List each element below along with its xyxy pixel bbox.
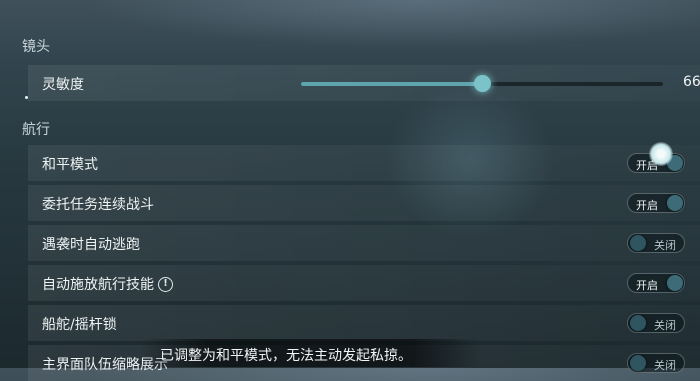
setting-row-helm-lock: 船舵/摇杆锁 关闭 xyxy=(28,305,700,341)
sensitivity-label: 灵敏度 xyxy=(42,77,84,93)
setting-row-auto-escape: 遇袭时自动逃跑 关闭 xyxy=(28,225,700,261)
auto-escape-toggle-knob xyxy=(630,235,646,251)
auto-skill-label: 自动施放航行技能 xyxy=(42,277,154,293)
setting-row-sensitivity: 灵敏度 66 xyxy=(28,65,700,101)
auto-escape-toggle-text: 关闭 xyxy=(654,239,676,252)
auto-skill-toggle-knob xyxy=(667,275,683,291)
auto-skill-toggle-text: 开启 xyxy=(636,279,658,292)
helm-lock-toggle-knob xyxy=(630,315,646,331)
setting-row-peace-mode: 和平模式 开启 xyxy=(28,142,700,181)
team-thumbnail-toggle-text: 关闭 xyxy=(654,359,676,372)
info-circle-icon[interactable]: ! xyxy=(158,276,173,292)
commission-battle-toggle-text: 开启 xyxy=(636,199,658,212)
toast-message: 已调整为和平模式，无法主动发起私掠。 xyxy=(160,348,412,364)
peace-mode-label: 和平模式 xyxy=(42,157,98,173)
auto-escape-label: 遇袭时自动逃跑 xyxy=(42,237,140,253)
commission-battle-toggle[interactable]: 开启 xyxy=(627,193,685,213)
sensitivity-slider-thumb[interactable] xyxy=(474,75,491,92)
sensitivity-slider[interactable] xyxy=(301,75,663,92)
commission-battle-label: 委托任务连续战斗 xyxy=(42,197,154,213)
sensitivity-value: 66 xyxy=(683,74,700,90)
sensitivity-slider-fill xyxy=(301,82,482,86)
toast-notification: 已调整为和平模式，无法主动发起私掠。 xyxy=(140,339,480,367)
touch-highlight xyxy=(649,142,673,166)
helm-lock-label: 船舵/摇杆锁 xyxy=(42,317,117,333)
section-title-voyage: 航行 xyxy=(22,122,50,138)
auto-skill-label-wrap: 自动施放航行技能 ! xyxy=(42,274,173,294)
auto-skill-toggle[interactable]: 开启 xyxy=(627,273,685,293)
team-thumbnail-toggle-knob xyxy=(630,355,646,371)
helm-lock-toggle-text: 关闭 xyxy=(654,319,676,332)
auto-escape-toggle[interactable]: 关闭 xyxy=(627,233,685,253)
commission-battle-toggle-knob xyxy=(667,195,683,211)
setting-row-auto-skill: 自动施放航行技能 ! 开启 xyxy=(28,265,700,301)
setting-row-commission-battle: 委托任务连续战斗 开启 xyxy=(28,185,700,221)
section-title-camera: 镜头 xyxy=(22,39,50,55)
team-thumbnail-toggle[interactable]: 关闭 xyxy=(627,353,685,373)
helm-lock-toggle[interactable]: 关闭 xyxy=(627,313,685,333)
